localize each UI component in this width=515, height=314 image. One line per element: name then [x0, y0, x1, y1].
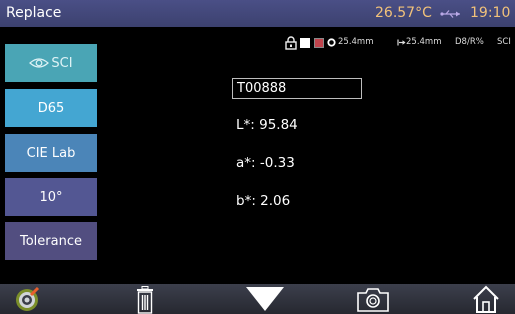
lock-icon[interactable]	[285, 36, 297, 50]
sidebar-button-illuminant[interactable]: D65	[5, 89, 97, 127]
optical-geometry: D8/R%	[455, 37, 484, 47]
b-value: b*: 2.06	[236, 193, 291, 209]
measure-triangle-icon[interactable]	[245, 286, 285, 312]
home-icon[interactable]	[472, 285, 500, 313]
sidebar-label: Tolerance	[20, 233, 82, 249]
eye-icon	[29, 58, 50, 68]
sidebar-label: 10°	[39, 189, 63, 205]
measure-area-size: 25.4mm	[406, 37, 442, 47]
temperature-readout: 26.57°C	[375, 5, 432, 21]
camera-icon[interactable]	[356, 286, 390, 313]
color-wheel-icon[interactable]	[14, 285, 44, 314]
clock: 19:10	[470, 5, 511, 21]
sidebar-label: D65	[37, 100, 65, 116]
sidebar-label: SCI	[51, 55, 73, 71]
aperture-ring-icon	[327, 38, 336, 47]
sidebar-button-observer[interactable]: 10°	[5, 178, 97, 216]
sidebar-button-sci[interactable]: SCI	[5, 44, 97, 82]
a-value: a*: -0.33	[236, 155, 295, 171]
white-calibration-indicator	[300, 38, 310, 48]
sidebar-button-color-space[interactable]: CIE Lab	[5, 134, 97, 172]
sidebar-button-tolerance[interactable]: Tolerance	[5, 222, 97, 260]
title-bar: Replace 26.57°C 19:10	[0, 0, 515, 27]
screen-title: Replace	[6, 5, 62, 21]
specular-mode: SCI	[497, 37, 511, 47]
sidebar-label: CIE Lab	[26, 145, 76, 161]
aperture-size: 25.4mm	[338, 37, 374, 47]
device-screen: Replace 26.57°C 19:10 25.4mm 25.4mm D8/R…	[0, 0, 515, 314]
l-value: L*: 95.84	[236, 117, 298, 133]
measure-area-icon	[397, 39, 406, 46]
trash-icon[interactable]	[135, 286, 155, 314]
sample-name-field[interactable]: T00888	[232, 78, 362, 99]
usb-icon	[440, 10, 460, 18]
color-swatch-indicator	[314, 38, 324, 48]
